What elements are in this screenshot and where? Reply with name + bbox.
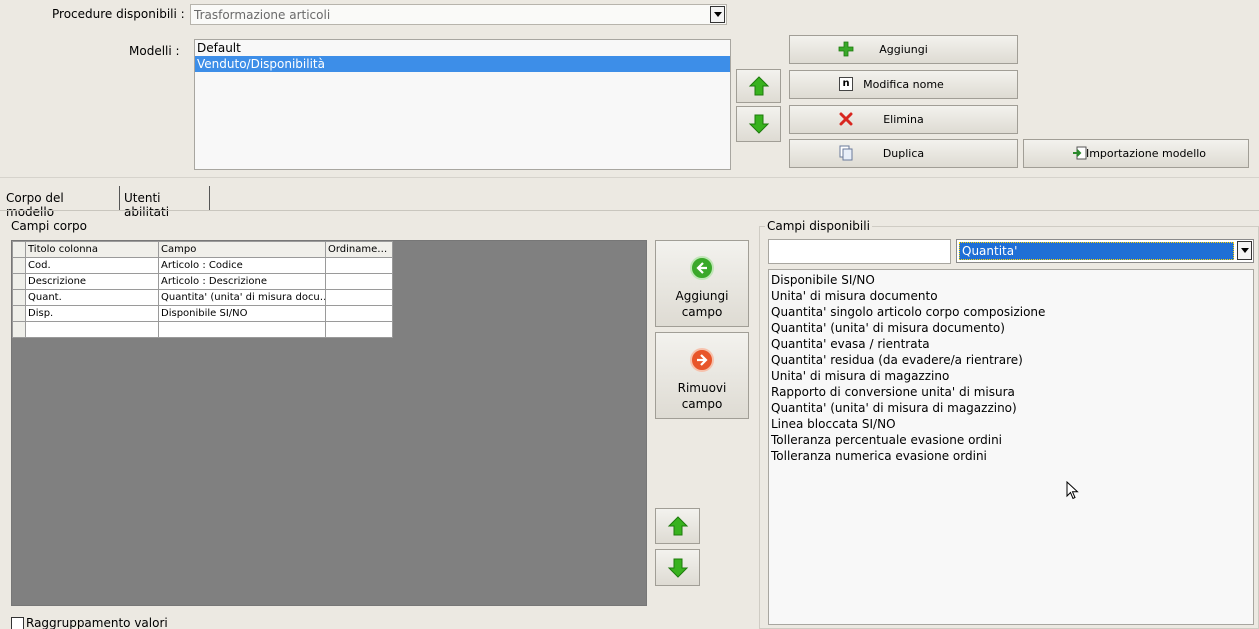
tab-corpo-modello[interactable]: Corpo del modello bbox=[2, 186, 120, 219]
list-item[interactable]: Unita' di misura di magazzino bbox=[769, 368, 1253, 384]
procedure-select[interactable]: Trasformazione articoli bbox=[190, 4, 727, 25]
list-item[interactable]: Quantita' (unita' di misura documento) bbox=[769, 320, 1253, 336]
add-model-button[interactable]: Aggiungi bbox=[789, 35, 1018, 64]
grouping-label: Raggruppamento valori bbox=[26, 616, 168, 629]
table-cell[interactable]: Quantita' (unita' di misura docu… bbox=[158, 289, 326, 306]
import-model-button[interactable]: Importazione modello bbox=[1023, 139, 1249, 168]
remove-field-label-2: campo bbox=[681, 397, 723, 411]
table-cell[interactable]: Descrizione bbox=[25, 273, 159, 290]
table-cell[interactable]: Cod. bbox=[25, 257, 159, 274]
add-field-label-1: Aggiungi bbox=[675, 289, 729, 303]
list-item[interactable]: Tolleranza numerica evasione ordini bbox=[769, 448, 1253, 464]
arrow-down-icon bbox=[667, 558, 688, 578]
table-row[interactable] bbox=[12, 321, 393, 338]
column-header[interactable]: Titolo colonna bbox=[25, 241, 159, 258]
arrow-up-icon bbox=[748, 76, 769, 96]
table-cell[interactable] bbox=[25, 321, 159, 338]
list-item[interactable]: Quantita' singolo articolo corpo composi… bbox=[769, 304, 1253, 320]
list-item[interactable]: Linea bloccata SI/NO bbox=[769, 416, 1253, 432]
model-move-down-button[interactable] bbox=[736, 106, 781, 142]
table-header-row: Titolo colonna Campo Ordiname… bbox=[12, 241, 393, 258]
delete-model-label: Elimina bbox=[883, 113, 924, 126]
import-icon bbox=[1072, 145, 1088, 161]
rename-model-label: Modifica nome bbox=[863, 78, 944, 91]
table-cell[interactable]: Disp. bbox=[25, 305, 159, 322]
grouping-checkbox[interactable] bbox=[11, 617, 24, 629]
import-model-label: Importazione modello bbox=[1085, 147, 1207, 160]
list-item[interactable]: Unita' di misura documento bbox=[769, 288, 1253, 304]
plus-icon bbox=[838, 41, 854, 57]
table-cell[interactable] bbox=[158, 321, 326, 338]
column-header[interactable]: Campo bbox=[158, 241, 326, 258]
mouse-cursor-icon bbox=[1066, 481, 1079, 500]
rename-icon: n bbox=[838, 76, 854, 92]
add-model-label: Aggiungi bbox=[879, 43, 928, 56]
model-item-default[interactable]: Default bbox=[195, 40, 730, 56]
table-cell[interactable]: Articolo : Descrizione bbox=[158, 273, 326, 290]
field-move-down-button[interactable] bbox=[655, 549, 700, 586]
copy-icon bbox=[838, 145, 854, 161]
field-move-up-button[interactable] bbox=[655, 508, 700, 544]
remove-field-button[interactable]: Rimuovi campo bbox=[655, 332, 749, 419]
row-header-cell[interactable] bbox=[12, 289, 26, 306]
table-cell[interactable] bbox=[325, 305, 393, 322]
list-item[interactable]: Rapporto di conversione unita' di misura bbox=[769, 384, 1253, 400]
model-move-up-button[interactable] bbox=[736, 69, 781, 103]
table-cell[interactable] bbox=[325, 257, 393, 274]
table-row[interactable]: Cod. Articolo : Codice bbox=[12, 257, 393, 274]
procedure-label: Procedure disponibili : bbox=[52, 7, 185, 21]
campi-corpo-title: Campi corpo bbox=[11, 219, 88, 233]
tab-utenti-abilitati[interactable]: Utenti abilitati bbox=[120, 186, 210, 219]
available-fields-list[interactable]: Disponibile SI/NO Unita' di misura docum… bbox=[768, 269, 1254, 625]
remove-field-label-1: Rimuovi bbox=[677, 381, 727, 395]
category-select-value: Quantita' bbox=[959, 242, 1234, 260]
arrow-up-icon bbox=[667, 516, 688, 536]
table-cell[interactable] bbox=[325, 273, 393, 290]
list-item[interactable]: Quantita' (unita' di misura di magazzino… bbox=[769, 400, 1253, 416]
list-item[interactable]: Quantita' residua (da evadere/a rientrar… bbox=[769, 352, 1253, 368]
list-item[interactable]: Tolleranza percentuale evasione ordini bbox=[769, 432, 1253, 448]
column-header[interactable]: Ordiname… bbox=[325, 241, 393, 258]
table-cell[interactable]: Disponibile SI/NO bbox=[158, 305, 326, 322]
table-cell[interactable]: Quant. bbox=[25, 289, 159, 306]
field-search-input[interactable] bbox=[768, 239, 951, 264]
table-row[interactable]: Descrizione Articolo : Descrizione bbox=[12, 273, 393, 290]
campi-disponibili-title: Campi disponibili bbox=[765, 219, 872, 233]
table-row[interactable]: Quant. Quantita' (unita' di misura docu… bbox=[12, 289, 393, 306]
campi-corpo-grid[interactable]: Titolo colonna Campo Ordiname… Cod. Arti… bbox=[11, 240, 647, 606]
table-cell[interactable] bbox=[325, 289, 393, 306]
row-header-cell bbox=[12, 241, 26, 258]
rename-model-button[interactable]: n Modifica nome bbox=[789, 70, 1018, 99]
campi-corpo-table: Titolo colonna Campo Ordiname… Cod. Arti… bbox=[12, 241, 393, 338]
arrow-left-circle-icon bbox=[690, 256, 714, 280]
table-cell[interactable]: Articolo : Codice bbox=[158, 257, 326, 274]
category-select[interactable]: Quantita' bbox=[956, 239, 1254, 263]
duplicate-model-button[interactable]: Duplica bbox=[789, 139, 1018, 168]
add-field-label-2: campo bbox=[681, 305, 723, 319]
models-list[interactable]: Default Venduto/Disponibilità bbox=[194, 39, 731, 170]
divider bbox=[0, 177, 1259, 178]
delete-x-icon bbox=[838, 111, 854, 127]
procedure-select-value: Trasformazione articoli bbox=[194, 8, 331, 22]
row-header-cell[interactable] bbox=[12, 273, 26, 290]
chevron-down-icon[interactable] bbox=[710, 6, 725, 23]
table-row[interactable]: Disp. Disponibile SI/NO bbox=[12, 305, 393, 322]
table-cell[interactable] bbox=[325, 321, 393, 338]
arrow-right-circle-icon bbox=[690, 348, 714, 372]
model-item-venduto[interactable]: Venduto/Disponibilità bbox=[195, 56, 730, 72]
duplicate-model-label: Duplica bbox=[882, 147, 925, 160]
arrow-down-icon bbox=[748, 114, 769, 134]
row-header-cell[interactable] bbox=[12, 305, 26, 322]
list-item[interactable]: Disponibile SI/NO bbox=[769, 272, 1253, 288]
chevron-down-icon[interactable] bbox=[1237, 241, 1252, 260]
add-field-button[interactable]: Aggiungi campo bbox=[655, 240, 749, 327]
tab-divider bbox=[0, 210, 1259, 211]
delete-model-button[interactable]: Elimina bbox=[789, 105, 1018, 134]
models-label: Modelli : bbox=[129, 44, 180, 58]
row-header-cell[interactable] bbox=[12, 257, 26, 274]
list-item[interactable]: Quantita' evasa / rientrata bbox=[769, 336, 1253, 352]
row-header-cell[interactable] bbox=[12, 321, 26, 338]
